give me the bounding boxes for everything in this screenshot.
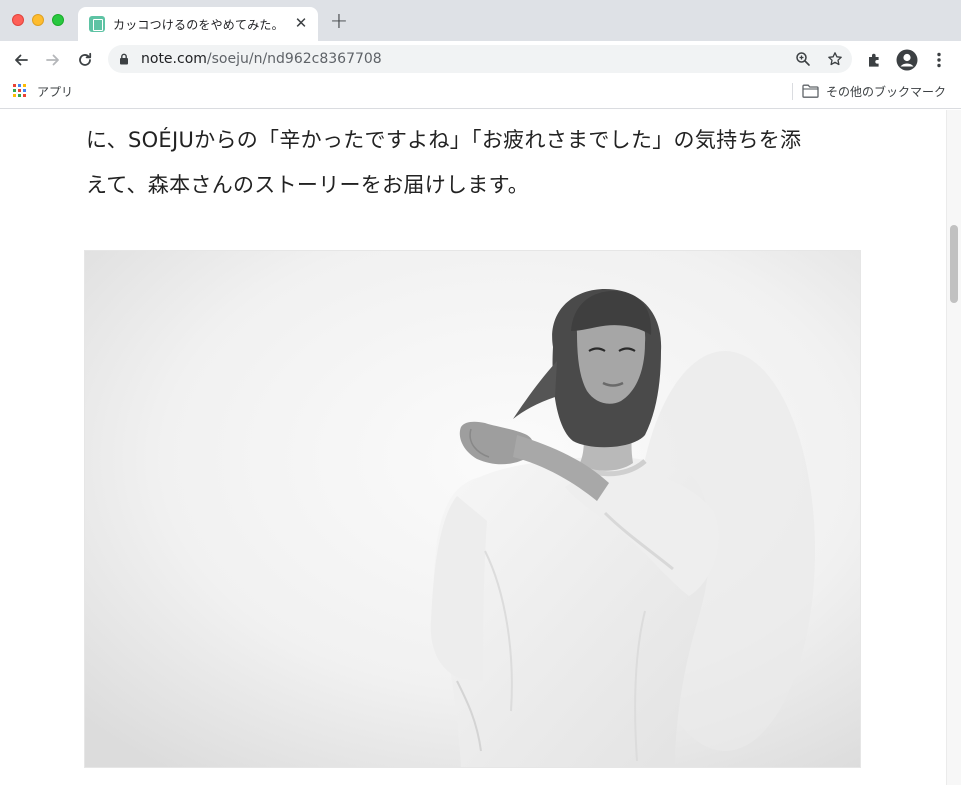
toolbar: note.com/soeju/n/nd962c8367708 bbox=[0, 41, 961, 78]
url-domain: note.com bbox=[141, 51, 207, 67]
tab-strip: カッコつけるのをやめてみた。 ✕ + bbox=[0, 0, 961, 41]
lock-icon[interactable] bbox=[119, 53, 129, 65]
menu-icon[interactable] bbox=[928, 49, 950, 71]
article-photo bbox=[84, 250, 861, 768]
reload-icon[interactable] bbox=[72, 47, 98, 73]
close-window-button[interactable] bbox=[12, 14, 24, 26]
apps-shortcut[interactable]: アプリ bbox=[37, 83, 73, 100]
page-content: に、SOÉJUからの「辛かったですよね」「お疲れさまでした」の気持ちを添 えて、… bbox=[0, 110, 946, 785]
address-bar[interactable]: note.com/soeju/n/nd962c8367708 bbox=[108, 45, 852, 73]
extensions-icon[interactable] bbox=[864, 49, 886, 71]
note-favicon-icon bbox=[89, 16, 105, 32]
article-line: えて、森本さんのストーリーをお届けします。 bbox=[86, 173, 530, 197]
new-tab-icon[interactable]: + bbox=[328, 11, 350, 33]
article-paragraph: に、SOÉJUからの「辛かったですよね」「お疲れさまでした」の気持ちを添 えて、… bbox=[86, 118, 866, 208]
back-icon[interactable] bbox=[8, 47, 34, 73]
article-line: に、SOÉJUからの「辛かったですよね」「お疲れさまでした」の気持ちを添 bbox=[86, 128, 802, 152]
browser-window: カッコつけるのをやめてみた。 ✕ + note.com/soeju/n/nd96… bbox=[0, 0, 961, 785]
active-tab[interactable]: カッコつけるのをやめてみた。 ✕ bbox=[78, 7, 318, 41]
close-icon[interactable]: ✕ bbox=[292, 13, 310, 33]
portrait-photo bbox=[85, 251, 860, 767]
maximize-window-button[interactable] bbox=[52, 14, 64, 26]
url-path: /soeju/n/nd962c8367708 bbox=[206, 51, 382, 67]
star-icon[interactable] bbox=[826, 50, 844, 68]
apps-icon[interactable] bbox=[13, 84, 27, 98]
vertical-scrollbar[interactable] bbox=[946, 110, 961, 785]
other-bookmarks[interactable]: その他のブックマーク bbox=[826, 83, 946, 100]
profile-icon[interactable] bbox=[896, 49, 918, 71]
scrollbar-thumb[interactable] bbox=[950, 225, 958, 303]
bookmarks-bar: アプリ その他のブックマーク bbox=[0, 78, 961, 109]
forward-icon[interactable] bbox=[40, 47, 66, 73]
zoom-icon[interactable] bbox=[794, 50, 812, 68]
tab-title: カッコつけるのをやめてみた。 bbox=[113, 18, 284, 32]
url-text[interactable]: note.com/soeju/n/nd962c8367708 bbox=[141, 51, 382, 67]
bookmarks-divider bbox=[792, 83, 793, 100]
minimize-window-button[interactable] bbox=[32, 14, 44, 26]
folder-icon bbox=[802, 84, 819, 98]
